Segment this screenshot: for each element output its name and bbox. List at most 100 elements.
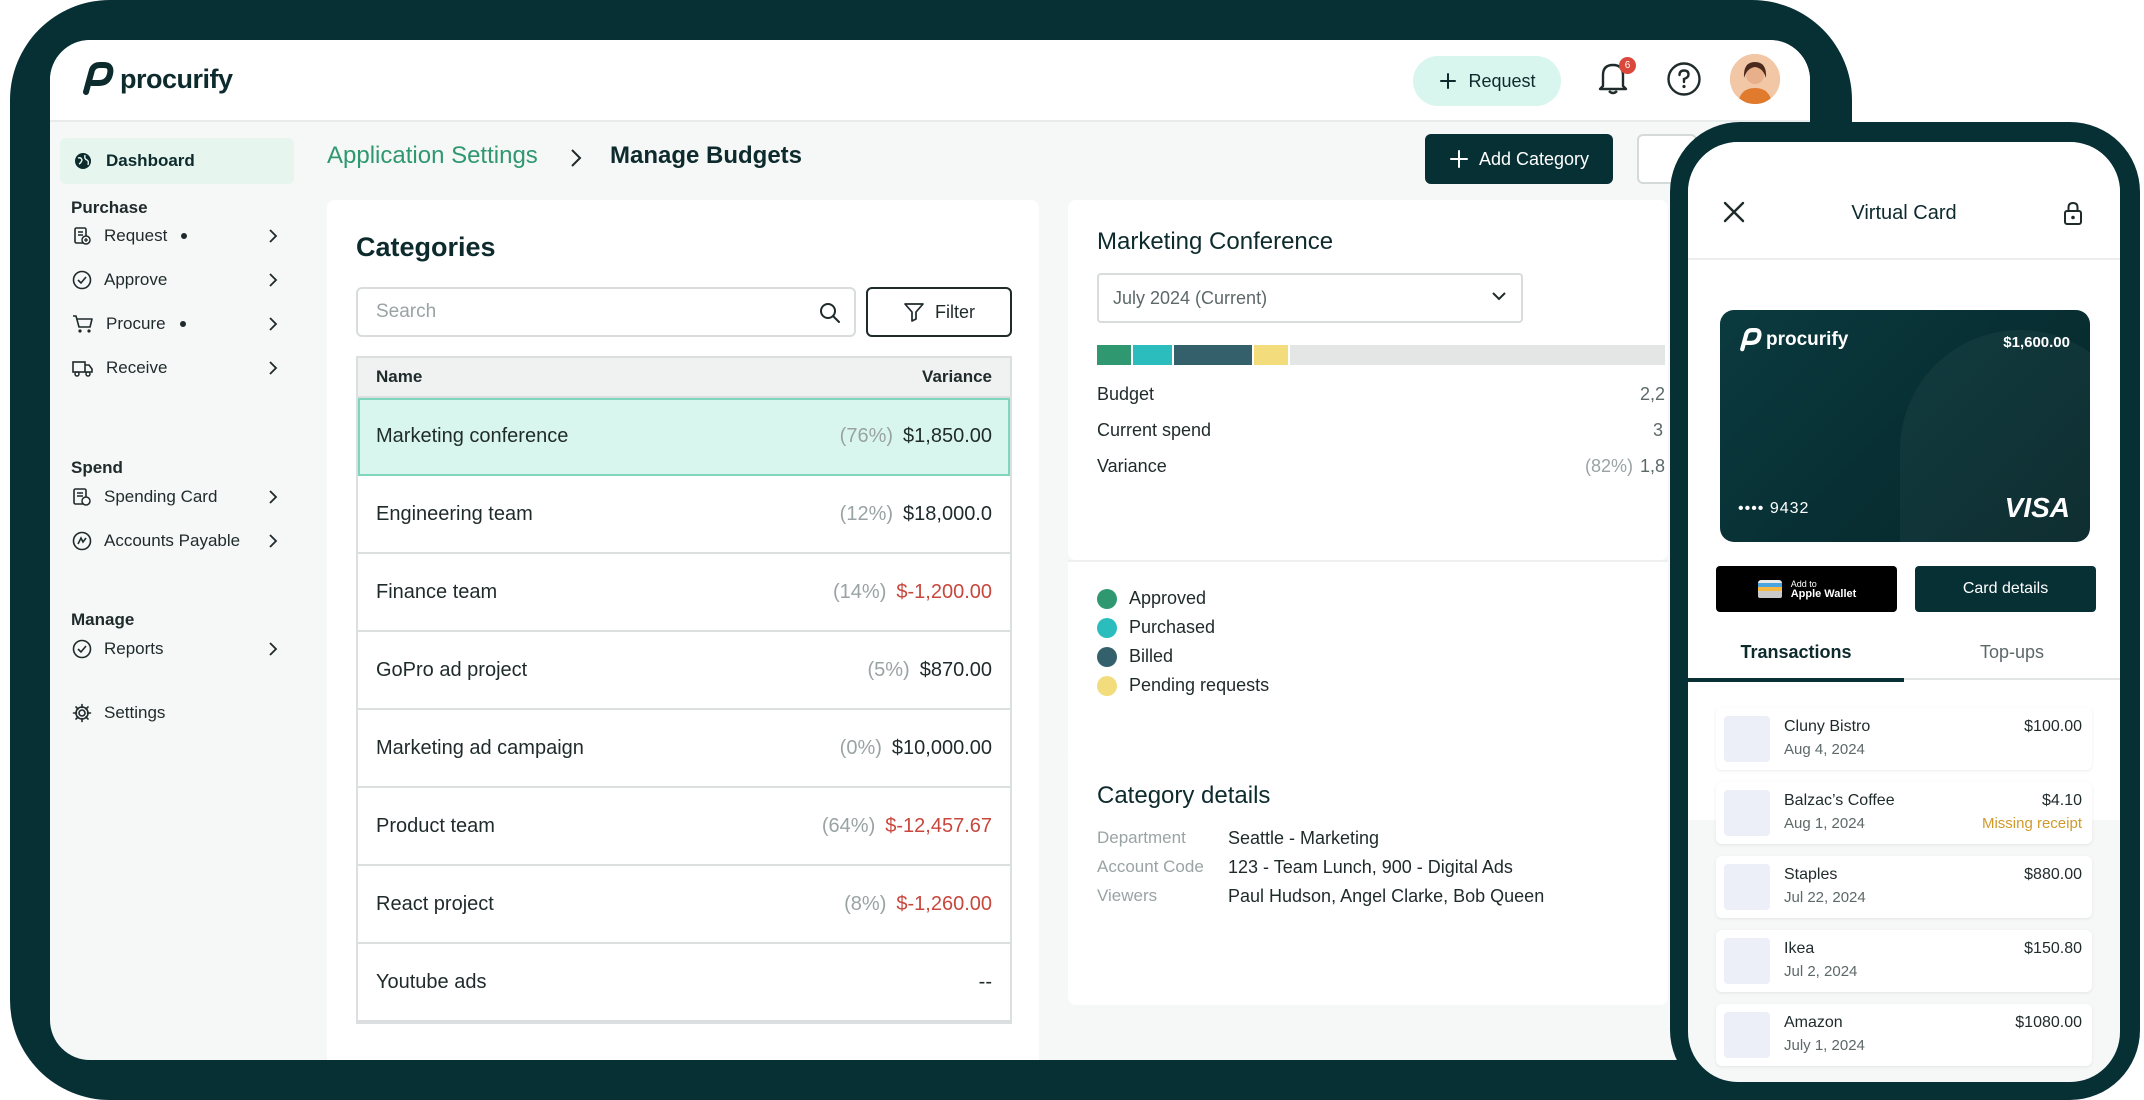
transaction-item[interactable]: Cluny Bistro Aug 4, 2024 $100.00 bbox=[1716, 708, 2092, 770]
sidebar-section-manage: Manage bbox=[71, 610, 135, 629]
current-spend-value: 3 bbox=[1653, 420, 1664, 440]
sidebar-item-dashboard[interactable]: Dashboard bbox=[60, 138, 294, 184]
category-name: Marketing conference bbox=[376, 424, 569, 447]
table-row[interactable]: Finance team (14%) $-1,200.00 bbox=[358, 554, 1010, 632]
transaction-date: Jul 22, 2024 bbox=[1784, 889, 1866, 906]
sidebar-item-label: Request bbox=[104, 226, 168, 245]
merchant-name: Balzac’s Coffee bbox=[1784, 792, 1895, 809]
variance-amount: $-1,260.00 bbox=[896, 892, 992, 915]
transaction-item[interactable]: Amazon July 1, 2024 $1080.00 bbox=[1716, 1004, 2092, 1066]
sidebar-item-approve[interactable]: Approve bbox=[72, 265, 292, 295]
table-row[interactable]: Marketing conference (76%) $1,850.00 bbox=[358, 398, 1010, 476]
transaction-item[interactable]: Ikea Jul 2, 2024 $150.80 bbox=[1716, 930, 2092, 992]
search-icon bbox=[820, 303, 840, 323]
transaction-date: Aug 1, 2024 bbox=[1784, 815, 1865, 832]
missing-receipt-warning: Missing receipt bbox=[1981, 815, 2082, 832]
sidebar-item-procure[interactable]: Procure bbox=[72, 309, 292, 339]
viewers-label: Viewers bbox=[1097, 886, 1158, 905]
variance-amount: $-12,457.67 bbox=[885, 814, 992, 837]
chevron-right-icon bbox=[269, 490, 278, 504]
transaction-date: Aug 4, 2024 bbox=[1784, 741, 1865, 758]
virtual-card[interactable]: procurify $1,600.00 •••• 9432 VISA bbox=[1720, 310, 2090, 542]
categories-panel: Categories Search Filter Name Variance M… bbox=[327, 200, 1039, 1060]
request-doc-icon bbox=[74, 227, 91, 245]
transaction-date: Jul 2, 2024 bbox=[1784, 963, 1858, 980]
sidebar-item-label: Dashboard bbox=[106, 151, 195, 170]
check-circle-icon bbox=[72, 270, 92, 290]
variance-amount: $18,000.0 bbox=[903, 502, 992, 525]
truck-icon bbox=[72, 361, 93, 377]
add-category-button[interactable]: Add Category bbox=[1425, 134, 1613, 184]
search-input[interactable]: Search bbox=[356, 287, 856, 337]
request-button-label: Request bbox=[1468, 70, 1536, 91]
category-name: Finance team bbox=[376, 580, 498, 603]
legend-pending: Pending requests bbox=[1097, 675, 1269, 696]
tab-top-ups[interactable]: Top-ups bbox=[1904, 642, 2120, 680]
sidebar-item-label: Settings bbox=[104, 703, 166, 722]
user-avatar[interactable] bbox=[1730, 54, 1780, 104]
table-row[interactable]: Marketing ad campaign (0%) $10,000.00 bbox=[358, 710, 1010, 788]
chevron-right-icon bbox=[269, 642, 278, 656]
transaction-item[interactable]: Balzac’s Coffee Aug 1, 2024 $4.10 Missin… bbox=[1716, 782, 2092, 844]
chevron-right-icon bbox=[269, 229, 278, 243]
card-details-button[interactable]: Card details bbox=[1915, 566, 2096, 612]
transaction-item[interactable]: Staples Jul 22, 2024 $880.00 bbox=[1716, 856, 2092, 918]
category-name: Marketing ad campaign bbox=[376, 736, 584, 759]
breadcrumb-application-settings[interactable]: Application Settings bbox=[327, 142, 538, 170]
account-code-value: 123 - Team Lunch, 900 - Digital Ads bbox=[1228, 857, 1513, 877]
sidebar-item-reports[interactable]: Reports bbox=[72, 634, 292, 664]
table-row[interactable]: Youtube ads -- bbox=[358, 944, 1010, 1022]
budget-value: 2,2 bbox=[1640, 384, 1666, 404]
apple-wallet-button[interactable]: Add to Apple Wallet bbox=[1716, 566, 1897, 612]
table-row[interactable]: GoPro ad project (5%) $870.00 bbox=[358, 632, 1010, 710]
filter-icon bbox=[904, 303, 924, 322]
lock-icon[interactable] bbox=[2062, 200, 2084, 226]
sidebar-item-label: Approve bbox=[104, 270, 168, 289]
variance-label: Variance bbox=[1097, 456, 1167, 476]
variance-percent: (5%) bbox=[867, 658, 910, 681]
category-details-title: Category details bbox=[1097, 782, 1271, 809]
variance-percent: (82%) bbox=[1585, 456, 1634, 476]
procurify-logo[interactable]: procurify bbox=[80, 62, 233, 96]
tab-transactions[interactable]: Transactions bbox=[1688, 642, 1904, 682]
table-header: Name Variance bbox=[358, 358, 1010, 398]
phone-screen: Virtual Card procurify $1,600.00 •••• 94… bbox=[1688, 142, 2120, 1082]
sidebar-item-request[interactable]: Request bbox=[72, 221, 292, 251]
period-select[interactable]: July 2024 (Current) bbox=[1097, 273, 1523, 323]
sidebar-item-spending-card[interactable]: Spending Card bbox=[72, 482, 292, 512]
merchant-name: Amazon bbox=[1784, 1014, 1843, 1031]
sidebar-item-settings[interactable]: Settings bbox=[72, 698, 292, 728]
cart-icon bbox=[73, 315, 93, 333]
filter-button[interactable]: Filter bbox=[866, 287, 1012, 337]
legend-billed: Billed bbox=[1097, 646, 1173, 667]
variance-amount: $870.00 bbox=[919, 658, 992, 681]
transaction-date: July 1, 2024 bbox=[1784, 1037, 1865, 1054]
filter-label: Filter bbox=[935, 301, 975, 322]
account-code-label: Account Code bbox=[1097, 857, 1204, 876]
procurify-logo-icon bbox=[83, 62, 114, 95]
page-title: Manage Budgets bbox=[610, 142, 803, 169]
sidebar-item-accounts-payable[interactable]: Accounts Payable bbox=[72, 526, 292, 556]
card-logo: procurify bbox=[1738, 328, 1848, 352]
receipt-thumbnail bbox=[1724, 864, 1770, 910]
table-row[interactable]: React project (8%) $-1,260.00 bbox=[358, 866, 1010, 944]
help-icon[interactable] bbox=[1666, 61, 1702, 97]
chevron-right-icon bbox=[269, 361, 278, 375]
receipt-thumbnail bbox=[1724, 716, 1770, 762]
wallet-big-label: Apple Wallet bbox=[1790, 588, 1857, 600]
gear-icon bbox=[72, 703, 92, 723]
department-label: Department bbox=[1097, 828, 1186, 847]
table-row[interactable]: Engineering team (12%) $18,000.0 bbox=[358, 476, 1010, 554]
wallet-icon bbox=[1757, 580, 1782, 598]
logo-text: procurify bbox=[120, 63, 233, 94]
current-spend-label: Current spend bbox=[1097, 420, 1212, 440]
sidebar-section-purchase: Purchase bbox=[71, 198, 148, 217]
sidebar-item-receive[interactable]: Receive bbox=[72, 353, 292, 383]
request-button[interactable]: Request bbox=[1413, 56, 1561, 106]
category-name: Product team bbox=[376, 814, 495, 837]
transaction-amount: $1080.00 bbox=[2015, 1014, 2082, 1031]
top-bar: procurify Request 6 bbox=[50, 40, 1810, 122]
chevron-right-icon bbox=[571, 149, 582, 167]
table-row[interactable]: Product team (64%) $-12,457.67 bbox=[358, 788, 1010, 866]
bar-segment-purchased bbox=[1133, 345, 1172, 365]
